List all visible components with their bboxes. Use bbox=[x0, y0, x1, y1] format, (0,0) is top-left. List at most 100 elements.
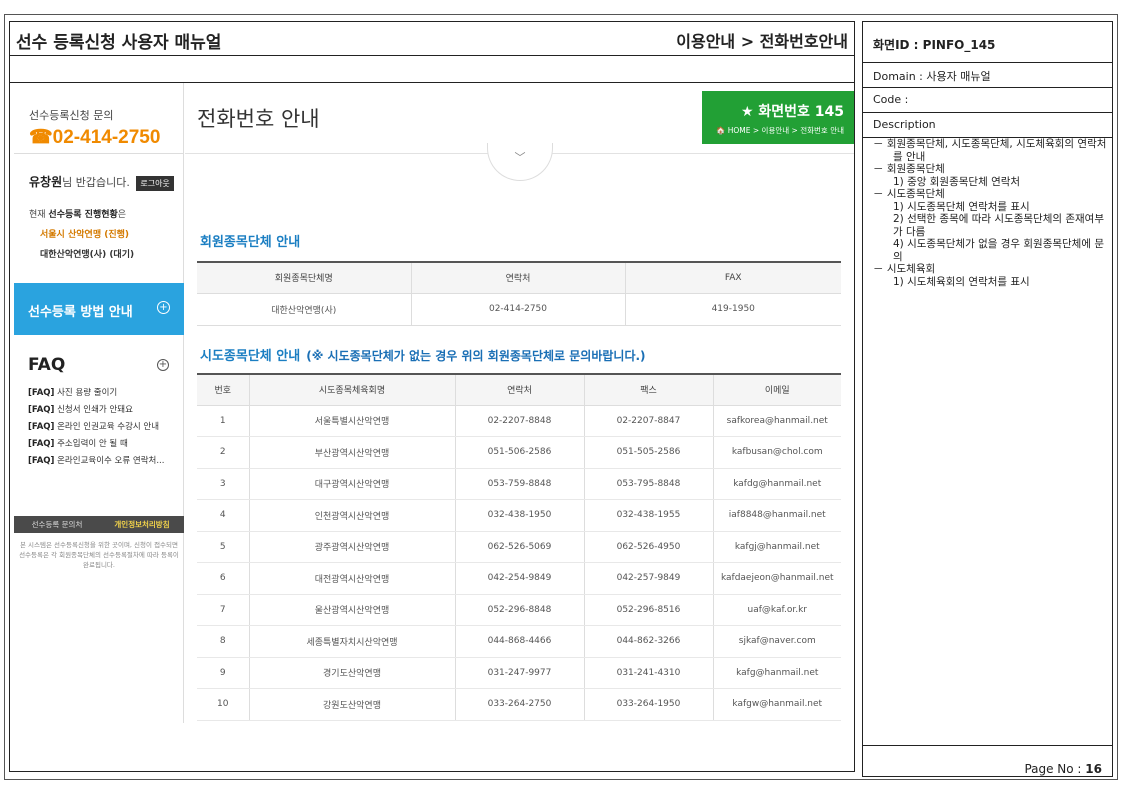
fax-cell: 051-505-2586 bbox=[584, 436, 714, 469]
registration-guide-button[interactable]: 선수등록 방법 안내 + bbox=[14, 283, 184, 335]
description-item: － 시도체육회 bbox=[873, 263, 936, 275]
email-cell: kafgj@hanmail.net bbox=[713, 531, 841, 563]
contact-label: 선수등록신청 문의 bbox=[29, 109, 114, 122]
screen-capture: 선수등록신청 문의 ☎02-414-2750 유창원님 반갑습니다. 로그아웃 … bbox=[10, 83, 854, 723]
description-item: － 회원종목단체 bbox=[873, 163, 945, 175]
fax-cell: 033-264-1950 bbox=[584, 688, 714, 721]
table-row: 4 인천광역시산악연맹 032-438-1950 032-438-1955 iaf884… bbox=[197, 499, 841, 532]
table-row: 7 울산광역시산악연맹 052-296-8848 052-296-8516 uaf@ka… bbox=[197, 594, 841, 626]
title-bar: 선수 등록신청 사용자 매뉴얼 이용안내 > 전화번호안내 bbox=[10, 22, 854, 56]
blank-bar bbox=[10, 56, 854, 83]
breadcrumb: 🏠 HOME > 이용안내 > 전화번호 안내 bbox=[716, 126, 844, 135]
table-row: 8 세종특별자치시산악연맹 044-868-4466 044-862-3266 sjka… bbox=[197, 625, 841, 658]
page-label: Page No : bbox=[1024, 762, 1086, 776]
faq-item[interactable]: [FAQ] 신청서 인쇄가 안돼요 bbox=[28, 403, 164, 420]
column-header: 시도종목체육회명 bbox=[249, 373, 456, 406]
number-cell: 8 bbox=[197, 625, 250, 658]
email-cell: kafbusan@chol.com bbox=[713, 436, 841, 469]
main-content: 전화번호 안내 ★ 화면번호 145 🏠 HOME > 이용안내 > 전화번호 … bbox=[185, 83, 854, 723]
column-header: 번호 bbox=[197, 373, 250, 406]
phone-cell: 062-526-5069 bbox=[455, 531, 585, 563]
screen-frame: 선수 등록신청 사용자 매뉴얼 이용안내 > 전화번호안내 선수등록신청 문의 … bbox=[9, 21, 855, 772]
section2-note: (※ 시도종목단체가 없는 경우 위의 회원종목단체로 문의바랍니다.) bbox=[306, 349, 646, 363]
contact-block: 선수등록신청 문의 ☎02-414-2750 bbox=[29, 107, 160, 149]
user-name: 유창원 bbox=[29, 175, 63, 189]
code-row: Code : bbox=[863, 88, 1112, 113]
fax-cell: 044-862-3266 bbox=[584, 625, 714, 658]
section2-label: 시도종목단체 안내 bbox=[200, 349, 301, 364]
fax-cell: 042-257-9849 bbox=[584, 562, 714, 595]
number-cell: 6 bbox=[197, 562, 250, 595]
column-header: 연락처 bbox=[411, 261, 626, 294]
faq-item[interactable]: [FAQ] 주소입력이 안 될 때 bbox=[28, 437, 164, 454]
description-body: － 회원종목단체, 시도종목단체, 시도체육회의 연락처를 안내 － 회원종목단체… bbox=[867, 138, 1111, 288]
phone-cell: 02-2207-8848 bbox=[455, 405, 585, 437]
org-name-cell: 인천광역시산악연맹 bbox=[249, 499, 456, 532]
fax-cell: 031-241-4310 bbox=[584, 657, 714, 689]
divider bbox=[14, 153, 184, 154]
association-active[interactable]: 서울시 산악연맹 (진행) bbox=[40, 227, 129, 240]
faq-title: FAQ bbox=[28, 355, 66, 375]
email-cell: sjkaf@naver.com bbox=[713, 625, 841, 658]
table-row: 1 서울특별시산악연맹 02-2207-8848 02-2207-8847 safkor… bbox=[197, 405, 841, 437]
guide-label: 선수등록 방법 안내 bbox=[28, 305, 133, 320]
screen-number-badge: ★ 화면번호 145 🏠 HOME > 이용안내 > 전화번호 안내 bbox=[702, 91, 854, 144]
fax-cell: 02-2207-8847 bbox=[584, 405, 714, 437]
email-cell: iaf8848@hanmail.net bbox=[713, 499, 841, 532]
sidebar: 선수등록신청 문의 ☎02-414-2750 유창원님 반갑습니다. 로그아웃 … bbox=[14, 83, 184, 723]
fax-cell: 419-1950 bbox=[625, 293, 841, 326]
doc-title: 선수 등록신청 사용자 매뉴얼 bbox=[16, 33, 222, 53]
org-name-cell: 세종특별자치시산악연맹 bbox=[249, 625, 456, 658]
description-subitem: 2) 선택한 종목에 따라 시도종목단체의 존재여부가 다름 bbox=[893, 213, 1105, 238]
email-cell: uaf@kaf.or.kr bbox=[713, 594, 841, 626]
panel-footer: Page No : 16 bbox=[863, 745, 1112, 776]
faq-list: [FAQ] 사진 용량 줄이기 [FAQ] 신청서 인쇄가 안돼요 [FAQ] … bbox=[28, 386, 164, 471]
privacy-policy-link[interactable]: 개인정보처리방침 bbox=[100, 516, 184, 533]
description-subitem: 1) 시도종목단체 연락처를 표시 bbox=[893, 200, 1030, 213]
phone-cell: 02-414-2750 bbox=[411, 293, 626, 326]
section-title-members: 회원종목단체 안내 bbox=[200, 235, 301, 250]
description-item: － 시도종목단체 bbox=[873, 188, 945, 200]
table-row: 10 강원도산악연맹 033-264-2750 033-264-1950 kafgw@h… bbox=[197, 688, 841, 721]
description-label: Description bbox=[863, 113, 1112, 138]
page-value: 16 bbox=[1085, 762, 1102, 776]
greeting: 유창원님 반갑습니다. 로그아웃 bbox=[29, 173, 174, 191]
number-cell: 9 bbox=[197, 657, 250, 689]
doc-breadcrumb: 이용안내 > 전화번호안내 bbox=[676, 32, 848, 51]
status-suffix: 은 bbox=[117, 210, 127, 220]
faq-item[interactable]: [FAQ] 온라인 인권교육 수강시 안내 bbox=[28, 420, 164, 437]
description-subitem: 1) 중앙 회원종목단체 연락처 bbox=[893, 175, 1021, 188]
screen-id: 화면ID : PINFO_145 bbox=[863, 22, 1112, 63]
faq-more-icon[interactable]: + bbox=[157, 359, 169, 371]
sidebar-footer-links: 선수등록 문의처 개인정보처리방침 bbox=[14, 516, 184, 533]
table-row: 5 광주광역시산악연맹 062-526-5069 062-526-4950 kafgj@… bbox=[197, 531, 841, 563]
email-cell: kafdaejeon@hanmail.net bbox=[713, 562, 841, 595]
greeting-text: 님 반갑습니다. bbox=[62, 176, 130, 189]
domain-row: Domain : 사용자 매뉴얼 bbox=[863, 63, 1112, 88]
column-header: FAX bbox=[625, 261, 841, 294]
screen-number: ★ 화면번호 145 bbox=[740, 104, 844, 120]
phone-cell: 031-247-9977 bbox=[455, 657, 585, 689]
org-name-cell: 광주광역시산악연맹 bbox=[249, 531, 456, 563]
table-row: 9 경기도산악연맹 031-247-9977 031-241-4310 kafg@han… bbox=[197, 657, 841, 689]
phone-cell: 042-254-9849 bbox=[455, 562, 585, 595]
association-waiting[interactable]: 대한산악연맹(사) (대기) bbox=[40, 247, 134, 260]
email-cell: kafdg@hanmail.net bbox=[713, 468, 841, 500]
fax-cell: 062-526-4950 bbox=[584, 531, 714, 563]
status-prefix: 현재 bbox=[29, 210, 49, 220]
org-name-cell: 대구광역시산악연맹 bbox=[249, 468, 456, 500]
plus-circle-icon: + bbox=[157, 301, 170, 314]
contact-link[interactable]: 선수등록 문의처 bbox=[14, 516, 100, 533]
page-title: 전화번호 안내 bbox=[197, 107, 320, 131]
faq-item[interactable]: [FAQ] 사진 용량 줄이기 bbox=[28, 386, 164, 403]
column-header: 팩스 bbox=[584, 373, 714, 406]
chevron-down-icon[interactable]: ﹀ bbox=[487, 143, 553, 181]
number-cell: 3 bbox=[197, 468, 250, 500]
faq-item[interactable]: [FAQ] 온라인교육이수 오류 연락처... bbox=[28, 454, 164, 471]
number-cell: 2 bbox=[197, 436, 250, 469]
contact-phone: ☎02-414-2750 bbox=[29, 127, 161, 148]
org-name-cell: 대전광역시산악연맹 bbox=[249, 562, 456, 595]
logout-button[interactable]: 로그아웃 bbox=[136, 175, 174, 191]
phone-cell: 051-506-2586 bbox=[455, 436, 585, 469]
status-label: 선수등록 진행현황 bbox=[48, 210, 118, 220]
